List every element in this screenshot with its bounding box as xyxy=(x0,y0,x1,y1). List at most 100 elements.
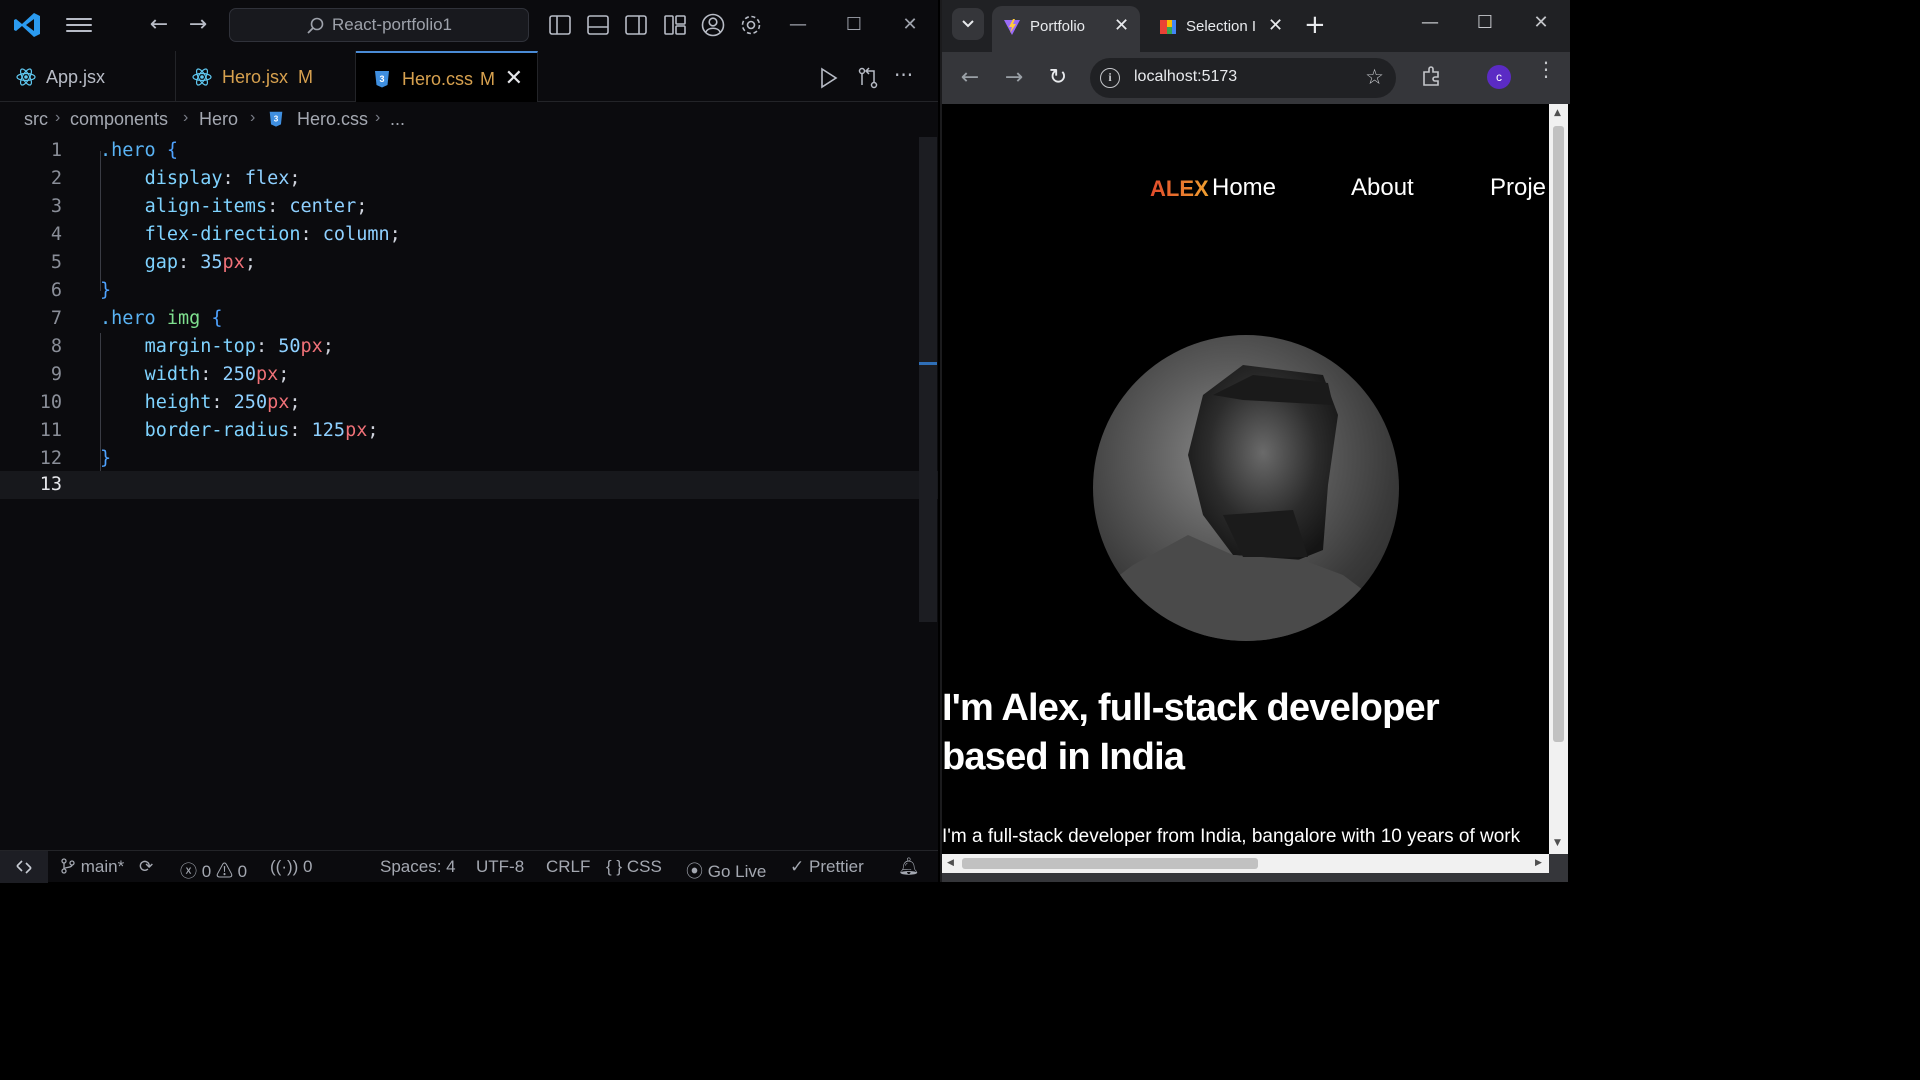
minimize-icon[interactable]: — xyxy=(783,12,813,38)
title-bar: ← → React-portfolio1 — ☐ ✕ xyxy=(0,0,938,51)
css-property: align-items xyxy=(144,196,268,217)
language-label: CSS xyxy=(626,857,662,876)
go-live-button[interactable]: ⦿ Go Live xyxy=(686,857,766,882)
line-number: 10 xyxy=(39,392,62,413)
tab-search-button[interactable] xyxy=(952,8,984,40)
close-tab-icon[interactable]: ✕ xyxy=(1114,15,1129,36)
close-window-icon[interactable]: ✕ xyxy=(895,12,925,38)
tab-label: Hero.jsx xyxy=(222,67,289,87)
indentation-status[interactable]: Spaces: 4 xyxy=(380,857,456,877)
ports-status[interactable]: ((·)) 0 xyxy=(270,857,313,877)
maximize-icon[interactable]: ☐ xyxy=(1470,12,1500,33)
page-horizontal-scrollbar[interactable]: ◀ ▶ xyxy=(942,854,1549,873)
sync-icon[interactable]: ⟳ xyxy=(139,857,153,877)
site-info-icon[interactable]: i xyxy=(1100,68,1120,88)
css-property: border-radius xyxy=(144,420,290,441)
back-arrow-icon[interactable]: ← xyxy=(956,64,984,92)
run-icon[interactable] xyxy=(815,65,841,91)
more-actions-icon[interactable]: ··· xyxy=(894,65,920,91)
scrollbar-thumb[interactable] xyxy=(1553,126,1564,742)
close-tab-icon[interactable]: ✕ xyxy=(1268,15,1283,36)
prettier-status[interactable]: ✓ Prettier xyxy=(790,857,864,877)
notifications-bell-icon[interactable]: 🔔︎ xyxy=(898,857,920,877)
css-tag: img xyxy=(166,308,201,329)
scrollbar-thumb[interactable] xyxy=(962,858,1258,869)
css-property: gap xyxy=(144,252,178,273)
status-bar: main* ⟳ ⓧ 0 ⚠ 0 ((·)) 0 Spaces: 4 UTF-8 … xyxy=(0,850,938,883)
close-window-icon[interactable]: ✕ xyxy=(1526,12,1556,33)
breadcrumb-item[interactable]: ... xyxy=(390,109,405,130)
browser-tab-portfolio[interactable]: Portfolio ✕ xyxy=(992,6,1140,52)
settings-gear-icon[interactable] xyxy=(738,12,764,38)
open-changes-icon[interactable] xyxy=(855,65,881,91)
tab-title: Portfolio xyxy=(1030,18,1086,35)
breadcrumb-item[interactable]: components xyxy=(70,109,168,130)
reload-icon[interactable]: ↻ xyxy=(1044,64,1072,92)
css-number: 250 xyxy=(222,364,256,385)
remote-indicator[interactable] xyxy=(0,851,48,883)
react-icon xyxy=(192,68,212,86)
breadcrumb-item[interactable]: Hero.css xyxy=(297,109,368,130)
scroll-down-arrow-icon[interactable]: ▼ xyxy=(1554,838,1561,848)
search-icon xyxy=(307,17,324,34)
ports-count: 0 xyxy=(303,857,313,876)
line-number: 5 xyxy=(50,252,62,273)
scroll-up-arrow-icon[interactable]: ▲ xyxy=(1554,108,1561,118)
tab-app-jsx[interactable]: App.jsx xyxy=(0,51,176,102)
editor-scrollbar[interactable] xyxy=(919,137,937,622)
language-mode-status[interactable]: { } CSS xyxy=(606,857,662,877)
breadcrumb-item[interactable]: src xyxy=(24,109,48,130)
toggle-primary-sidebar-icon[interactable] xyxy=(547,12,573,38)
code-line: 7 .hero img { xyxy=(0,305,938,333)
breadcrumb-item[interactable]: Hero xyxy=(199,109,238,130)
error-icon: ⓧ xyxy=(180,862,197,881)
back-arrow-icon[interactable]: ← xyxy=(146,12,172,38)
scroll-right-arrow-icon[interactable]: ▶ xyxy=(1535,858,1542,868)
close-tab-icon[interactable]: ✕ xyxy=(505,65,523,91)
profile-avatar[interactable]: c xyxy=(1487,65,1511,89)
nav-link-about[interactable]: About xyxy=(1351,174,1414,202)
line-number: 2 xyxy=(50,168,62,189)
tab-label: App.jsx xyxy=(46,67,106,87)
encoding-status[interactable]: UTF-8 xyxy=(476,857,524,877)
code-line: 10 height: 250px; xyxy=(0,389,938,417)
forward-arrow-icon[interactable]: → xyxy=(1000,64,1028,92)
nav-link-home[interactable]: Home xyxy=(1212,174,1276,202)
toggle-panel-icon[interactable] xyxy=(585,12,611,38)
hamburger-menu-icon[interactable] xyxy=(66,14,92,38)
command-center-search[interactable]: React-portfolio1 xyxy=(229,8,529,42)
vscode-window: ← → React-portfolio1 — ☐ ✕ App.jsx Hero.… xyxy=(0,0,938,883)
code-editor[interactable]: 1 .hero { 2 display: flex; 3 align-items… xyxy=(0,137,938,850)
browser-tab-selection[interactable]: Selection I ✕ xyxy=(1148,6,1294,52)
branch-status[interactable]: main* xyxy=(60,857,124,877)
nav-link-projects[interactable]: Proje xyxy=(1490,174,1546,202)
minimize-icon[interactable]: — xyxy=(1415,12,1445,33)
line-number: 12 xyxy=(39,448,62,469)
css-number: 50 xyxy=(278,336,301,357)
scrollbar-cursor-marker xyxy=(919,362,937,365)
extensions-puzzle-icon[interactable] xyxy=(1420,64,1444,88)
eol-status[interactable]: CRLF xyxy=(546,857,590,877)
new-tab-icon[interactable]: + xyxy=(1304,10,1326,40)
code-line: 6 } xyxy=(0,277,938,305)
browser-menu-icon[interactable]: ⋮ xyxy=(1536,59,1556,79)
svg-text:3: 3 xyxy=(274,115,279,124)
css-unit: px xyxy=(222,252,245,273)
forward-arrow-icon[interactable]: → xyxy=(185,12,211,38)
tab-hero-css[interactable]: 3 Hero.css M ✕ xyxy=(356,51,538,102)
scroll-left-arrow-icon[interactable]: ◀ xyxy=(947,858,954,868)
tab-title: Selection I xyxy=(1186,18,1257,35)
toggle-secondary-sidebar-icon[interactable] xyxy=(623,12,649,38)
tab-hero-jsx[interactable]: Hero.jsx M xyxy=(176,51,356,102)
line-number: 9 xyxy=(50,364,62,385)
account-icon[interactable] xyxy=(700,12,726,38)
problems-status[interactable]: ⓧ 0 ⚠ 0 xyxy=(180,857,247,882)
css-value: center xyxy=(289,196,357,217)
maximize-icon[interactable]: ☐ xyxy=(839,12,869,38)
bookmark-star-icon[interactable]: ☆ xyxy=(1365,65,1384,89)
address-bar[interactable]: i localhost:5173 ☆ xyxy=(1090,58,1396,98)
css-unit: px xyxy=(300,336,323,357)
customize-layout-icon[interactable] xyxy=(662,12,688,38)
site-logo[interactable]: ALEX xyxy=(1150,176,1209,202)
page-vertical-scrollbar[interactable]: ▲ ▼ xyxy=(1549,104,1568,854)
